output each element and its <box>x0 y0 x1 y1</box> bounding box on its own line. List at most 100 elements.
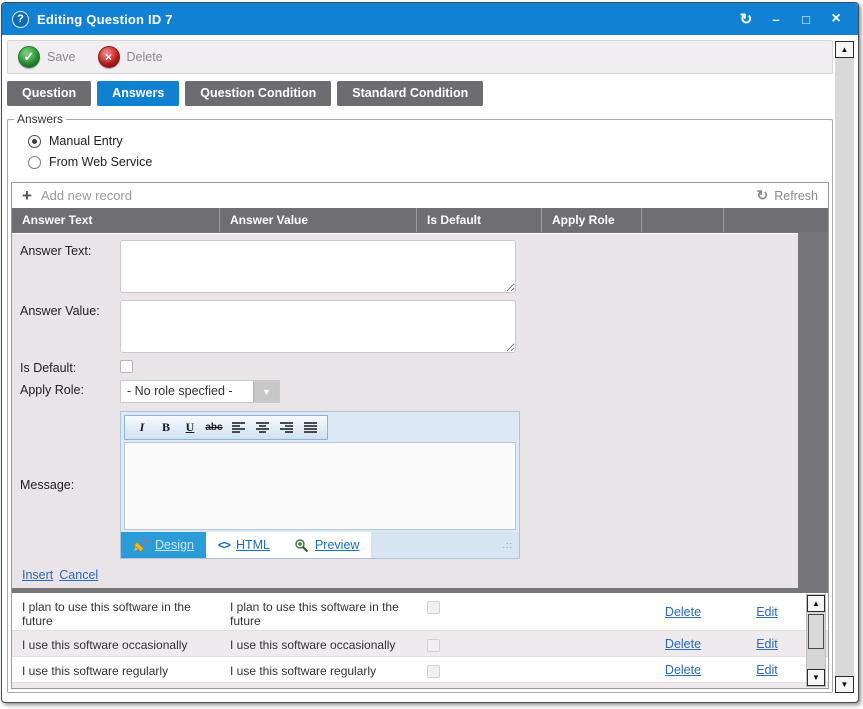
table-row[interactable]: I use this software regularly I use this… <box>12 657 828 683</box>
edit-form-region: Answer Text: Answer Value: Is Default: <box>12 232 828 593</box>
delete-button[interactable]: × Delete <box>98 46 163 68</box>
cell-is-default <box>417 631 542 656</box>
cell-answer-text: I plan to use this software in the futur… <box>12 593 220 630</box>
answer-value-field[interactable] <box>120 300 516 353</box>
is-default-checkbox[interactable] <box>120 360 133 373</box>
editor-toolbar: I B U abc <box>124 415 328 440</box>
header-is-default[interactable]: Is Default <box>417 208 542 232</box>
row-checkbox[interactable] <box>427 665 440 678</box>
edit-form: Answer Text: Answer Value: Is Default: <box>12 233 798 588</box>
justify-button[interactable] <box>299 418 321 437</box>
bold-button[interactable]: B <box>155 418 177 437</box>
titlebar[interactable]: ? Editing Question ID 7 ↻ – □ × <box>2 3 858 35</box>
edit-link[interactable]: Edit <box>756 637 778 651</box>
cell-answer-value: Other <box>220 683 417 688</box>
cell-answer-text: I use this software occasionally <box>12 631 220 656</box>
outer-scroll-down-button[interactable]: ▼ <box>835 676 854 693</box>
header-answer-text[interactable]: Answer Text <box>12 208 220 232</box>
align-center-button[interactable] <box>251 418 273 437</box>
command-toolbar: ✓ Save × Delete <box>7 40 833 74</box>
header-apply-role[interactable]: Apply Role <box>542 208 642 232</box>
editor-resize-grip[interactable]: .:: <box>502 540 519 550</box>
cancel-link[interactable]: Cancel <box>59 568 98 582</box>
preview-tab[interactable]: Preview <box>282 532 371 558</box>
answer-value-label: Answer Value: <box>20 300 120 353</box>
window-title: Editing Question ID 7 <box>37 12 173 27</box>
strikethrough-button[interactable]: abc <box>203 418 225 437</box>
underline-button[interactable]: U <box>179 418 201 437</box>
apply-role-label: Apply Role: <box>20 380 120 403</box>
magnifier-icon <box>294 538 309 553</box>
header-empty-1 <box>642 208 724 232</box>
answers-fieldset: Answers Manual Entry From Web Service <box>7 112 833 693</box>
inner-scrollbar[interactable]: ▲ ▼ <box>806 594 826 687</box>
align-left-button[interactable] <box>227 418 249 437</box>
refresh-window-icon[interactable]: ↻ <box>734 8 758 30</box>
delete-link[interactable]: Delete <box>665 605 701 619</box>
cell-is-default <box>417 593 542 630</box>
dropdown-arrow-icon[interactable]: ▼ <box>253 381 279 402</box>
tab-standard-condition[interactable]: Standard Condition <box>337 81 483 106</box>
align-right-button[interactable] <box>275 418 297 437</box>
code-icon: <> <box>218 538 230 552</box>
cell-apply-role <box>542 683 642 688</box>
grid-header: Answer Text Answer Value Is Default Appl… <box>12 208 828 232</box>
outer-scrollbar[interactable]: ▲ ▼ <box>835 41 854 693</box>
radio-icon-checked <box>28 135 41 148</box>
help-icon[interactable]: ? <box>12 11 29 28</box>
edit-link[interactable]: Edit <box>756 663 778 677</box>
message-label: Message: <box>20 478 120 492</box>
html-tab[interactable]: <> HTML <box>206 532 282 558</box>
editor-canvas[interactable] <box>124 442 516 530</box>
refresh-grid-button[interactable]: ↻ Refresh <box>756 187 818 204</box>
add-new-record-button[interactable]: + Add new record <box>22 187 132 204</box>
radio-icon-unchecked <box>28 156 41 169</box>
table-row[interactable]: I use this software occasionally I use t… <box>12 631 828 657</box>
design-tab[interactable]: Design <box>121 532 206 558</box>
pencil-icon <box>133 538 149 552</box>
editor-mode-bar: Design <> HTML Preview <box>121 532 519 558</box>
radio-manual-entry[interactable]: Manual Entry <box>28 134 830 148</box>
delete-label: Delete <box>127 50 163 64</box>
save-check-icon: ✓ <box>18 46 40 68</box>
header-empty-2 <box>724 208 828 232</box>
scroll-down-button[interactable]: ▼ <box>807 669 825 686</box>
delete-link[interactable]: Delete <box>665 663 701 677</box>
edit-link[interactable]: Edit <box>756 605 778 619</box>
cell-answer-text: I use this software regularly <box>12 657 220 682</box>
save-button[interactable]: ✓ Save <box>18 46 76 68</box>
table-row[interactable]: Other Other Delete Edit <box>12 683 828 688</box>
refresh-icon: ↻ <box>756 187 768 204</box>
outer-scroll-up-button[interactable]: ▲ <box>835 41 854 58</box>
tab-question[interactable]: Question <box>7 81 91 106</box>
minimize-button[interactable]: – <box>764 8 788 30</box>
scroll-up-button[interactable]: ▲ <box>807 595 825 612</box>
answers-legend: Answers <box>14 112 66 126</box>
table-row[interactable]: I plan to use this software in the futur… <box>12 593 828 631</box>
apply-role-select[interactable]: - No role specfied - ▼ <box>120 380 280 403</box>
answer-text-field[interactable] <box>120 240 516 293</box>
row-checkbox[interactable] <box>427 601 440 614</box>
cell-is-default <box>417 683 542 688</box>
tab-answers[interactable]: Answers <box>97 81 179 106</box>
header-answer-value[interactable]: Answer Value <box>220 208 417 232</box>
row-checkbox[interactable] <box>427 639 440 652</box>
inner-scrollbar-thumb[interactable] <box>808 614 824 649</box>
entry-mode-radio-group: Manual Entry From Web Service <box>10 130 830 182</box>
tab-question-condition[interactable]: Question Condition <box>185 81 331 106</box>
radio-from-web-service[interactable]: From Web Service <box>28 155 830 169</box>
plus-icon: + <box>22 187 32 204</box>
cell-answer-value: I plan to use this software in the futur… <box>220 593 417 630</box>
outer-scrollbar-track[interactable] <box>835 58 854 676</box>
maximize-button[interactable]: □ <box>794 8 818 30</box>
save-label: Save <box>47 50 76 64</box>
answer-text-label: Answer Text: <box>20 240 120 293</box>
italic-button[interactable]: I <box>131 418 153 437</box>
dialog-window: ? Editing Question ID 7 ↻ – □ × ✓ Save ×… <box>1 2 859 703</box>
close-button[interactable]: × <box>824 8 848 30</box>
inner-scrollbar-track[interactable] <box>807 612 825 669</box>
answers-grid: + Add new record ↻ Refresh Answer Text A… <box>11 182 829 689</box>
cell-apply-role <box>542 657 642 682</box>
insert-link[interactable]: Insert <box>22 568 53 582</box>
delete-link[interactable]: Delete <box>665 637 701 651</box>
